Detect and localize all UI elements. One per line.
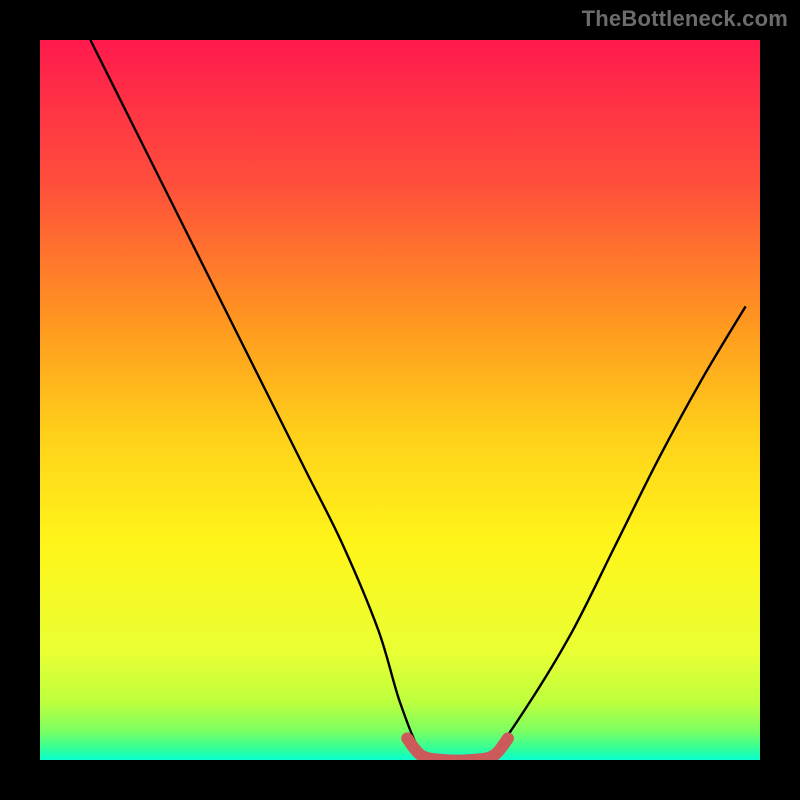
chart-background [40,40,760,760]
watermark-text: TheBottleneck.com [582,6,788,32]
chart-frame: TheBottleneck.com [0,0,800,800]
plot-area [40,40,760,760]
chart-svg [40,40,760,760]
